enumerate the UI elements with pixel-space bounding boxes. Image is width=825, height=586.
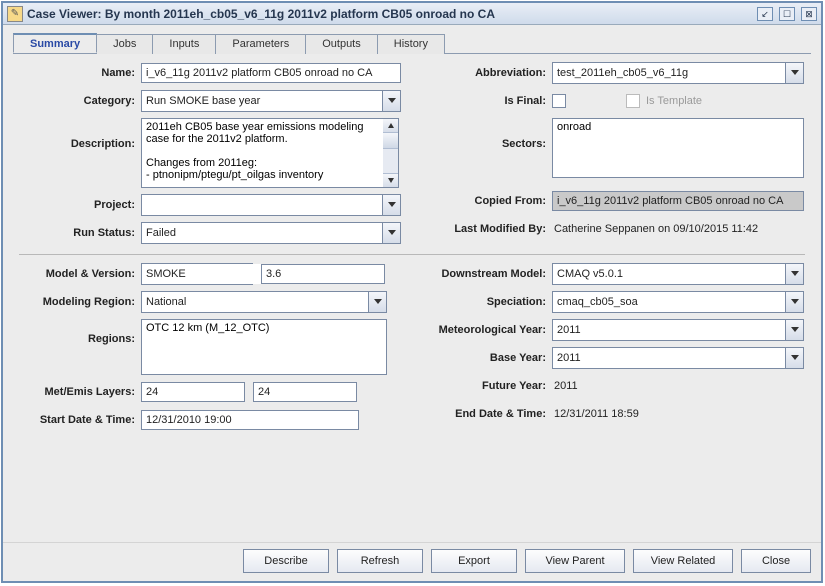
speciation-combo[interactable] (552, 291, 804, 313)
copied-from-field (552, 191, 804, 211)
met-year-label: Meteorological Year: (412, 324, 552, 336)
downstream-model-label: Downstream Model: (412, 268, 552, 280)
chevron-down-icon[interactable] (785, 320, 803, 340)
description-label: Description: (19, 118, 141, 150)
tab-jobs[interactable]: Jobs (96, 34, 153, 54)
name-field[interactable] (141, 63, 401, 83)
abbreviation-label: Abbreviation: (412, 67, 552, 79)
project-combo[interactable] (141, 194, 401, 216)
close-button[interactable]: Close (741, 549, 811, 573)
chevron-down-icon[interactable] (382, 195, 400, 215)
modeling-region-combo[interactable] (141, 291, 387, 313)
met-layers-field[interactable] (141, 382, 245, 402)
chevron-down-icon[interactable] (785, 264, 803, 284)
project-input[interactable] (142, 195, 382, 215)
run-status-input[interactable] (142, 223, 382, 243)
view-related-button[interactable]: View Related (633, 549, 733, 573)
name-label: Name: (19, 67, 141, 79)
close-window-icon[interactable]: ⊠ (801, 7, 817, 21)
is-template-checkbox (626, 94, 640, 108)
speciation-label: Speciation: (412, 296, 552, 308)
tab-inputs[interactable]: Inputs (152, 34, 216, 54)
chevron-down-icon[interactable] (382, 223, 400, 243)
is-final-label: Is Final: (412, 95, 552, 107)
future-year-value: 2011 (552, 380, 578, 392)
tab-summary[interactable]: Summary (13, 33, 97, 53)
category-input[interactable] (142, 91, 382, 111)
met-emis-layers-label: Met/Emis Layers: (19, 386, 141, 398)
describe-button[interactable]: Describe (243, 549, 329, 573)
window-title: Case Viewer: By month 2011eh_cb05_v6_11g… (27, 7, 757, 21)
export-button[interactable]: Export (431, 549, 517, 573)
scroll-thumb[interactable] (383, 133, 398, 149)
start-datetime-field[interactable] (141, 410, 359, 430)
regions-textarea[interactable] (141, 319, 387, 375)
abbreviation-combo[interactable] (552, 62, 804, 84)
case-viewer-window: ✎ Case Viewer: By month 2011eh_cb05_v6_1… (1, 1, 823, 583)
chevron-down-icon[interactable] (785, 63, 803, 83)
model-version-label: Model & Version: (19, 268, 141, 280)
modeling-region-label: Modeling Region: (19, 296, 141, 308)
copied-from-label: Copied From: (412, 195, 552, 207)
restore-down-icon[interactable]: ↙ (757, 7, 773, 21)
tabstrip: Summary Jobs Inputs Parameters Outputs H… (13, 33, 811, 54)
tab-outputs[interactable]: Outputs (305, 34, 378, 54)
chevron-down-icon[interactable] (785, 348, 803, 368)
run-status-combo[interactable] (141, 222, 401, 244)
emis-layers-field[interactable] (253, 382, 357, 402)
app-icon: ✎ (7, 6, 23, 22)
last-modified-label: Last Modified By: (412, 223, 552, 235)
sectors-label: Sectors: (412, 118, 552, 150)
chevron-down-icon[interactable] (382, 91, 400, 111)
scroll-down-icon[interactable] (383, 173, 398, 187)
description-textarea[interactable] (141, 118, 383, 188)
section-divider (19, 254, 805, 255)
last-modified-value: Catherine Seppanen on 09/10/2015 11:42 (552, 223, 758, 235)
end-datetime-label: End Date & Time: (412, 408, 552, 420)
project-label: Project: (19, 199, 141, 211)
titlebar: ✎ Case Viewer: By month 2011eh_cb05_v6_1… (3, 3, 821, 25)
downstream-model-combo[interactable] (552, 263, 804, 285)
maximize-icon[interactable]: ☐ (779, 7, 795, 21)
met-year-combo[interactable] (552, 319, 804, 341)
base-year-combo[interactable] (552, 347, 804, 369)
modeling-region-input[interactable] (142, 292, 368, 312)
category-label: Category: (19, 95, 141, 107)
chevron-down-icon[interactable] (785, 292, 803, 312)
sectors-textarea[interactable] (552, 118, 804, 178)
future-year-label: Future Year: (412, 380, 552, 392)
end-datetime-value: 12/31/2011 18:59 (552, 408, 639, 420)
scroll-up-icon[interactable] (383, 119, 398, 133)
model-combo[interactable] (141, 263, 253, 285)
summary-panel: Name: Category: Description: (13, 54, 811, 536)
refresh-button[interactable]: Refresh (337, 549, 423, 573)
speciation-input[interactable] (553, 292, 785, 312)
view-parent-button[interactable]: View Parent (525, 549, 625, 573)
tab-history[interactable]: History (377, 34, 445, 54)
button-bar: Describe Refresh Export View Parent View… (3, 542, 821, 581)
base-year-label: Base Year: (412, 352, 552, 364)
version-field[interactable] (261, 264, 385, 284)
chevron-down-icon[interactable] (368, 292, 386, 312)
abbreviation-input[interactable] (553, 63, 785, 83)
is-template-label: Is Template (646, 95, 702, 107)
is-final-checkbox[interactable] (552, 94, 566, 108)
description-scrollbar[interactable] (383, 118, 399, 188)
run-status-label: Run Status: (19, 227, 141, 239)
regions-label: Regions: (19, 319, 141, 345)
downstream-model-input[interactable] (553, 264, 785, 284)
category-combo[interactable] (141, 90, 401, 112)
base-year-input[interactable] (553, 348, 785, 368)
tab-parameters[interactable]: Parameters (215, 34, 306, 54)
met-year-input[interactable] (553, 320, 785, 340)
start-datetime-label: Start Date & Time: (19, 414, 141, 426)
